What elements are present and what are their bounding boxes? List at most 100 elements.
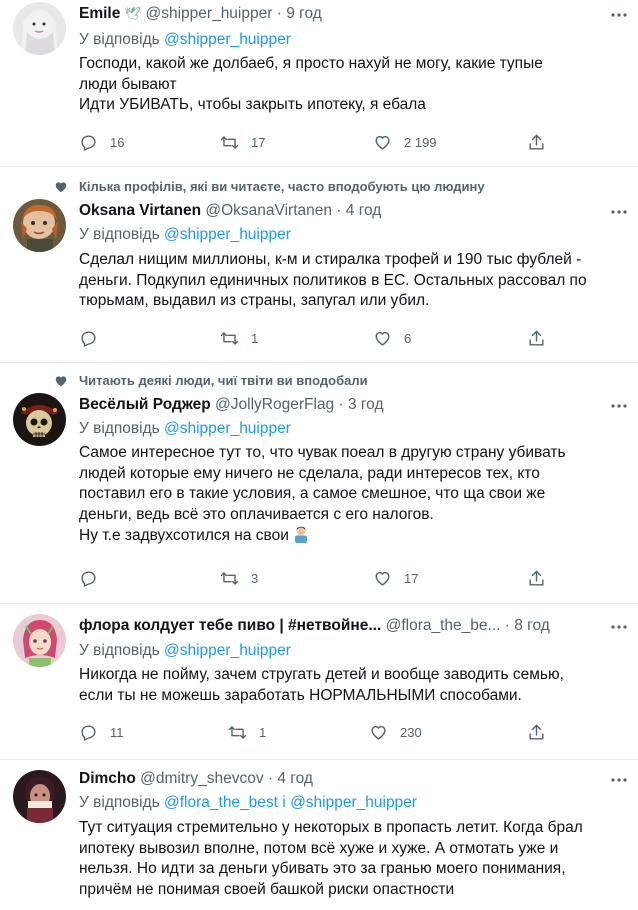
social-context: Кілька профілів, які ви читаєте, часто в… xyxy=(55,179,485,195)
more-icon[interactable] xyxy=(610,618,628,636)
tweet-oksana[interactable]: Кілька профілів, які ви читаєте, часто в… xyxy=(0,167,638,363)
like-count: 230 xyxy=(400,724,422,740)
author-handle[interactable]: @OksanaVirtanen xyxy=(205,202,332,219)
timestamp[interactable]: 8 год xyxy=(514,617,550,634)
tweet-line-with-emoji: Ну т.е задвухсотился на свои xyxy=(79,525,624,547)
reply-prefix: У відповідь xyxy=(79,642,160,659)
retweet-count: 17 xyxy=(251,134,266,150)
like-count: 2 199 xyxy=(404,134,437,150)
tweet-line: поставил его в такие условия, а самое см… xyxy=(79,485,546,502)
like-button[interactable]: 2 199 xyxy=(373,131,437,153)
author-name[interactable]: Emile xyxy=(79,5,120,22)
reply-mention[interactable]: @flora_the_best xyxy=(164,794,278,811)
avatar[interactable] xyxy=(13,614,66,667)
tweet-text: Господи, какой же долбаеб, я просто наху… xyxy=(79,54,624,116)
like-button[interactable]: 230 xyxy=(369,721,422,743)
reply-count: 11 xyxy=(110,724,124,740)
share-button[interactable] xyxy=(527,721,546,743)
share-icon xyxy=(529,330,544,346)
reply-conjunction: і xyxy=(282,794,286,811)
retweet-icon xyxy=(228,725,247,739)
author-name[interactable]: Весёлый Роджер xyxy=(79,396,211,413)
reply-mention[interactable]: @shipper_huipper xyxy=(164,31,291,48)
reply-mention[interactable]: @shipper_huipper xyxy=(164,420,291,437)
share-button[interactable] xyxy=(527,327,546,349)
tweet-header: флора колдует тебе пиво | #нетвойне... @… xyxy=(79,616,598,636)
reply-mention[interactable]: @shipper_huipper xyxy=(290,794,417,811)
more-icon[interactable] xyxy=(610,6,628,24)
tweet-line: Тут ситуация стремительно у некоторых в … xyxy=(79,819,583,836)
reply-button[interactable] xyxy=(79,327,110,349)
retweet-icon xyxy=(220,571,239,585)
social-context: Читають деякі люди, чиї твіти ви вподоба… xyxy=(55,373,368,389)
like-button[interactable]: 6 xyxy=(373,327,411,349)
retweet-button[interactable]: 17 xyxy=(220,131,265,153)
name-badge: 🕊 xyxy=(124,6,142,21)
retweet-button[interactable]: 3 xyxy=(220,567,258,589)
author-handle[interactable]: @dmitry_shevcov xyxy=(140,770,263,787)
timestamp[interactable]: 4 год xyxy=(346,202,382,219)
tweet-jolly-roger[interactable]: Читають деякі люди, чиї твіти ви вподоба… xyxy=(0,363,638,604)
reply-mention[interactable]: @shipper_huipper xyxy=(164,642,291,659)
share-button[interactable] xyxy=(527,131,546,153)
tweet-line: Сделал нищим миллионы, к-м и стиралка тр… xyxy=(79,251,582,268)
tweet-header: Oksana Virtanen @OksanaVirtanen · 4 год xyxy=(79,201,598,221)
separator-dot: · xyxy=(338,396,344,413)
like-icon xyxy=(375,571,390,586)
like-icon xyxy=(375,331,390,346)
tweet-line: нельзя. Но идти за деньги убивать это за… xyxy=(79,860,566,877)
avatar[interactable] xyxy=(13,199,66,252)
avatar[interactable] xyxy=(13,2,66,55)
tweet-flora[interactable]: флора колдует тебе пиво | #нетвойне... @… xyxy=(0,604,638,760)
retweet-button[interactable]: 1 xyxy=(228,721,266,743)
social-context-text: Кілька профілів, які ви читаєте, часто в… xyxy=(79,179,485,194)
reply-count: 16 xyxy=(110,134,125,150)
author-name[interactable]: Oksana Virtanen xyxy=(79,202,201,219)
share-icon xyxy=(529,134,544,150)
tweet-line: тюрьмам, выдавил из страны, запугал или … xyxy=(79,292,430,309)
social-context-text: Читають деякі люди, чиї твіти ви вподоба… xyxy=(79,373,368,388)
reply-button[interactable]: 16 xyxy=(79,131,124,153)
reply-to-line: У відповідь @shipper_huipper xyxy=(79,641,291,661)
author-name[interactable]: Dimcho xyxy=(79,770,136,787)
like-icon xyxy=(375,135,390,150)
reply-prefix: У відповідь xyxy=(79,31,160,48)
like-button[interactable]: 17 xyxy=(373,567,418,589)
timestamp[interactable]: 4 год xyxy=(277,770,313,787)
tweet-dimcho[interactable]: Dimcho @dmitry_shevcov · 4 год У відпові… xyxy=(0,760,638,910)
heart-context-icon xyxy=(55,376,67,387)
reply-button[interactable]: 11 xyxy=(79,721,124,743)
tweet-line: Самое интересное тут то, что чувак поеал… xyxy=(79,444,566,461)
author-name[interactable]: флора колдует тебе пиво | #нетвойне... xyxy=(79,617,381,634)
timestamp[interactable]: 9 год xyxy=(286,5,322,22)
more-icon[interactable] xyxy=(610,397,628,415)
reply-mention[interactable]: @shipper_huipper xyxy=(164,226,291,243)
separator-dot: · xyxy=(276,5,282,22)
like-count: 17 xyxy=(404,570,419,586)
retweet-count: 3 xyxy=(251,570,259,586)
tweet-line: причём не понимая своей башкой риски опа… xyxy=(79,880,455,898)
tweet-actions: 16 17 2 199 xyxy=(79,131,549,153)
reply-to-line: У відповідь @shipper_huipper xyxy=(79,225,291,245)
tweet-line: люди бывают xyxy=(79,75,177,93)
tweet-actions: 11 1 230 xyxy=(79,721,549,743)
retweet-button[interactable]: 1 xyxy=(220,327,258,349)
tweet-line: деньги, ведь всё это оплачивается с его … xyxy=(79,505,434,523)
author-handle[interactable]: @flora_the_be... xyxy=(386,617,501,634)
tweet-actions: 3 17 xyxy=(79,567,549,589)
avatar[interactable] xyxy=(13,770,66,823)
more-icon[interactable] xyxy=(610,771,628,789)
share-icon xyxy=(529,570,544,586)
tweet-text: Тут ситуация стремительно у некоторых в … xyxy=(79,818,624,900)
author-handle[interactable]: @JollyRogerFlag xyxy=(215,396,334,413)
timestamp[interactable]: 3 год xyxy=(348,396,384,413)
more-icon[interactable] xyxy=(610,203,628,221)
avatar[interactable] xyxy=(13,393,66,446)
tweet-header: Весёлый Роджер @JollyRogerFlag · 3 год xyxy=(79,395,598,415)
separator-dot: · xyxy=(336,202,342,219)
reply-button[interactable] xyxy=(79,567,110,589)
share-button[interactable] xyxy=(527,567,546,589)
tweet-emile[interactable]: Emile 🕊 @shipper_huipper · 9 год У відпо… xyxy=(0,0,638,167)
tweet-line: людей которые ему ничего не сделала, рад… xyxy=(79,464,540,482)
author-handle[interactable]: @shipper_huipper xyxy=(146,5,273,22)
